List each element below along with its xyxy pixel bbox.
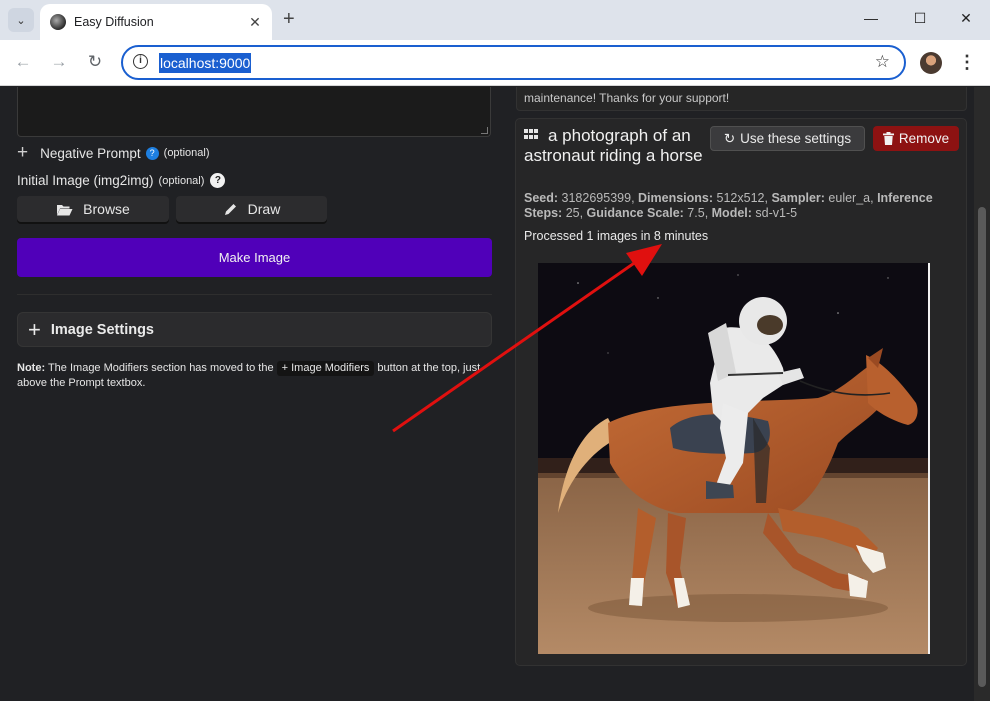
new-tab-plus-icon[interactable]: + bbox=[283, 9, 295, 29]
dimensions-value: 512x512 bbox=[716, 191, 765, 205]
note-text-1: The Image Modifiers section has moved to… bbox=[45, 362, 277, 374]
window-maximize-icon[interactable]: ☐ bbox=[910, 10, 930, 27]
redo-arrow-icon: ↻ bbox=[723, 130, 736, 146]
site-info-icon[interactable]: i bbox=[133, 54, 148, 69]
expand-plus-icon: + bbox=[28, 316, 41, 342]
draw-button[interactable]: Draw bbox=[176, 196, 327, 222]
browse-button[interactable]: Browse bbox=[17, 196, 169, 222]
help-question-icon[interactable]: ? bbox=[210, 173, 226, 188]
generated-image[interactable] bbox=[538, 263, 930, 654]
browser-menu-kebab-icon[interactable]: ⋮ bbox=[958, 52, 976, 73]
browse-label: Browse bbox=[83, 201, 130, 217]
steps-value: 25 bbox=[565, 206, 580, 220]
model-label: Model: bbox=[711, 206, 752, 220]
easy-diffusion-page: + Negative Prompt ? (optional) Initial I… bbox=[0, 87, 990, 701]
textarea-resize-grip-icon[interactable] bbox=[481, 127, 488, 134]
address-url-text[interactable]: localhost:9000 bbox=[159, 53, 252, 73]
tab-title: Easy Diffusion bbox=[74, 15, 154, 29]
bookmark-star-icon[interactable]: ☆ bbox=[875, 52, 890, 72]
initial-image-label: Initial Image (img2img) bbox=[17, 173, 154, 188]
window-minimize-icon[interactable]: — bbox=[861, 10, 881, 26]
task-prompt-title: a photograph of an astronaut riding a ho… bbox=[524, 126, 703, 165]
task-metadata: Seed: 3182695399, Dimensions: 512x512, S… bbox=[524, 191, 933, 220]
sampler-value: euler_a bbox=[828, 191, 871, 205]
easy-diffusion-favicon-icon bbox=[50, 14, 66, 30]
make-image-button[interactable]: Make Image bbox=[17, 238, 492, 277]
tab-close-icon[interactable]: ✕ bbox=[246, 14, 264, 31]
note-prefix: Note: bbox=[17, 362, 46, 374]
profile-avatar[interactable] bbox=[920, 52, 942, 74]
folder-open-icon bbox=[57, 204, 73, 215]
negative-prompt-toggle[interactable]: + Negative Prompt ? (optional) bbox=[17, 142, 210, 163]
address-bar[interactable]: i localhost:9000 ☆ bbox=[121, 45, 906, 80]
use-these-settings-button[interactable]: ↻ Use these settings bbox=[710, 126, 865, 151]
trash-icon bbox=[882, 132, 894, 145]
guidance-value: 7.5 bbox=[687, 206, 705, 220]
negative-prompt-label: Negative Prompt bbox=[40, 145, 141, 161]
help-info-icon[interactable]: ? bbox=[145, 146, 159, 160]
remove-label: Remove bbox=[898, 131, 950, 146]
optional-tag: (optional) bbox=[163, 147, 210, 159]
browser-tab[interactable]: Easy Diffusion ✕ bbox=[40, 4, 272, 40]
section-divider bbox=[17, 294, 492, 295]
back-arrow-icon[interactable]: ← bbox=[12, 52, 34, 72]
window-close-icon[interactable]: ✕ bbox=[956, 10, 976, 27]
reload-icon[interactable]: ↻ bbox=[84, 52, 106, 72]
draw-label: Draw bbox=[247, 201, 281, 217]
scrollbar-thumb[interactable] bbox=[978, 207, 986, 687]
browser-tab-bar: ⌄ Easy Diffusion ✕ + — ☐ ✕ bbox=[0, 0, 990, 40]
forward-arrow-icon[interactable]: → bbox=[48, 52, 70, 72]
remove-button[interactable]: Remove bbox=[873, 126, 959, 151]
image-settings-label: Image Settings bbox=[50, 321, 154, 338]
optional-tag: (optional) bbox=[158, 174, 205, 187]
processed-status-text: Processed 1 images in 8 minutes bbox=[524, 229, 709, 243]
model-value: sd-v1-5 bbox=[755, 206, 798, 220]
image-settings-panel-header[interactable]: + Image Settings bbox=[17, 312, 492, 347]
server-message-text: maintenance! Thanks for your support! bbox=[524, 91, 730, 105]
seed-value: 3182695399 bbox=[561, 191, 632, 205]
seed-label: Seed: bbox=[524, 191, 559, 205]
dimensions-label: Dimensions: bbox=[638, 191, 714, 205]
pencil-icon bbox=[224, 203, 236, 215]
sampler-label: Sampler: bbox=[771, 191, 825, 205]
page-scrollbar[interactable] bbox=[974, 87, 990, 701]
browser-toolbar: ← → ↻ i localhost:9000 ☆ ⋮ bbox=[0, 40, 990, 86]
expand-plus-icon: + bbox=[17, 142, 29, 163]
prompt-textarea[interactable] bbox=[17, 87, 491, 137]
image-modifiers-chip: + Image Modifiers bbox=[276, 361, 375, 376]
initial-image-row: Initial Image (img2img) (optional) ? bbox=[17, 173, 226, 188]
tab-search-chevron-icon[interactable]: ⌄ bbox=[8, 8, 34, 32]
image-modifiers-note: Note: The Image Modifiers section has mo… bbox=[17, 361, 495, 391]
guidance-label: Guidance Scale: bbox=[586, 206, 684, 220]
use-settings-label: Use these settings bbox=[740, 131, 852, 146]
